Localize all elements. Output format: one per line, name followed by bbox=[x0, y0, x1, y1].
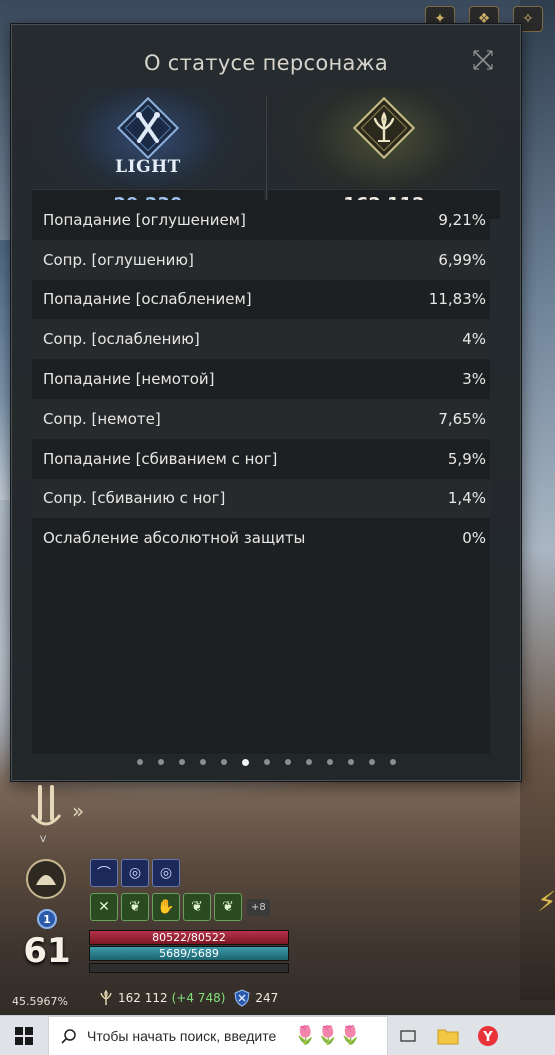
stat-value: 3% bbox=[462, 370, 486, 389]
stat-label: Попадание [оглушением] bbox=[43, 210, 246, 229]
hotkey-label: V bbox=[40, 835, 47, 845]
buff-row-bottom: ✕ ❦ ✋ ❦ ❦ +8 bbox=[90, 893, 270, 921]
page-dot[interactable] bbox=[178, 759, 185, 765]
shield-icon bbox=[234, 989, 250, 1007]
shield-value: 247 bbox=[255, 991, 279, 1005]
page-dot[interactable] bbox=[326, 759, 333, 765]
exp-percent: 45.5967% bbox=[12, 995, 68, 1008]
level-display: 1 61 bbox=[16, 909, 78, 989]
page-dot[interactable] bbox=[136, 759, 143, 765]
level-number: 61 bbox=[23, 931, 71, 971]
stat-row[interactable]: Попадание [немотой] 3% bbox=[32, 359, 490, 399]
stat-label: Сопр. [немоте] bbox=[43, 409, 161, 428]
stat-row[interactable]: Сопр. [оглушению] 6,99% bbox=[32, 239, 490, 280]
stat-value: 1,4% bbox=[447, 489, 486, 508]
stamina-bar bbox=[89, 963, 289, 973]
close-icon bbox=[473, 50, 493, 70]
page-dot[interactable] bbox=[157, 759, 164, 765]
stat-value: 4% bbox=[462, 330, 486, 349]
gear-score-summary: 162 112 (+4 748) 247 bbox=[98, 989, 278, 1007]
swirl-icon[interactable]: ◎ bbox=[152, 859, 180, 887]
page-dot[interactable] bbox=[389, 759, 396, 765]
player-hud: » V 1 61 45.5967% ⌒ ◎ ◎ ✕ ❦ ✋ ❦ ❦ +8 805… bbox=[0, 785, 555, 1015]
level-badge: 1 bbox=[37, 909, 57, 929]
stat-label: Попадание [немотой] bbox=[43, 370, 215, 389]
stat-row[interactable]: Попадание [ослаблением] 11,83% bbox=[32, 279, 490, 320]
page-dot[interactable] bbox=[263, 759, 270, 765]
stat-row[interactable]: Попадание [оглушением] 9,21% bbox=[32, 200, 490, 240]
stat-row[interactable]: Попадание [сбиванием с ног] 5,9% bbox=[32, 438, 490, 479]
hp-bar: 80522/80522 bbox=[89, 930, 289, 945]
hat-icon[interactable]: ⌒ bbox=[90, 859, 118, 887]
start-button[interactable] bbox=[0, 1016, 48, 1055]
stat-value: 0% bbox=[462, 529, 486, 548]
tulips-icon: 🌷🌷🌷 bbox=[294, 1025, 362, 1045]
tree-icon bbox=[100, 990, 112, 1005]
stat-label: Ослабление абсолютной защиты bbox=[43, 529, 306, 548]
search-icon bbox=[61, 1028, 76, 1044]
stats-list: Попадание [оглушением] 9,21% Сопр. [оглу… bbox=[32, 200, 490, 559]
stat-label: Сопр. [ослаблению] bbox=[43, 330, 200, 349]
stat-label: Попадание [ослаблением] bbox=[43, 290, 252, 309]
yandex-browser-icon[interactable]: Y bbox=[468, 1016, 508, 1055]
page-dot[interactable] bbox=[305, 759, 312, 765]
stat-value: 9,21% bbox=[438, 210, 486, 229]
laurel-icon[interactable]: ❦ bbox=[214, 893, 242, 921]
search-placeholder: Чтобы начать поиск, введите bbox=[87, 1027, 277, 1044]
stat-row[interactable]: Сопр. [сбиванию с ног] 1,4% bbox=[32, 478, 490, 519]
stat-row[interactable]: Ослабление абсолютной защиты 0% bbox=[32, 518, 490, 559]
double-chevron-icon[interactable]: » bbox=[72, 799, 94, 823]
page-dot[interactable] bbox=[199, 759, 206, 765]
more-buffs-count[interactable]: +8 bbox=[247, 898, 270, 916]
file-explorer-icon[interactable] bbox=[428, 1016, 468, 1055]
stat-value: 5,9% bbox=[447, 449, 486, 468]
stat-label: Сопр. [оглушению] bbox=[43, 250, 194, 269]
taskbar-search-box[interactable]: Чтобы начать поиск, введите 🌷🌷🌷 bbox=[48, 1015, 388, 1055]
stat-row[interactable]: Сопр. [ослаблению] 4% bbox=[32, 319, 490, 360]
sword-icon[interactable]: ✕ bbox=[90, 893, 118, 921]
stats-empty-area bbox=[32, 558, 490, 754]
swirl-icon[interactable]: ◎ bbox=[121, 859, 149, 887]
character-status-window: О статусе персонажа LIGHT 29 230 bbox=[11, 24, 521, 781]
tree-emblem-icon bbox=[352, 96, 416, 160]
page-dot-active[interactable] bbox=[241, 759, 249, 766]
hand-icon[interactable]: ✋ bbox=[152, 893, 180, 921]
crossed-weapons-emblem-icon bbox=[116, 96, 180, 160]
stat-value: 11,83% bbox=[428, 290, 486, 309]
stat-label: Попадание [сбиванием с ног] bbox=[43, 449, 278, 468]
buff-row-top: ⌒ ◎ ◎ bbox=[90, 859, 180, 887]
page-dot[interactable] bbox=[284, 759, 291, 765]
page-dot[interactable] bbox=[347, 759, 354, 765]
lightning-skill-icon[interactable]: ⚡ bbox=[537, 885, 555, 925]
page-dot[interactable] bbox=[368, 759, 375, 765]
stat-value: 7,65% bbox=[438, 409, 486, 428]
svg-text:Y: Y bbox=[482, 1030, 493, 1045]
stat-label: Сопр. [сбиванию с ног] bbox=[43, 489, 226, 508]
stat-row[interactable]: Сопр. [немоте] 7,65% bbox=[32, 398, 490, 439]
task-view-icon[interactable] bbox=[388, 1016, 428, 1055]
gear-score-hud-value: 162 112 bbox=[118, 991, 168, 1005]
windows-logo-icon bbox=[15, 1026, 33, 1045]
window-title: О статусе персонажа bbox=[143, 51, 389, 75]
laurel-icon[interactable]: ❦ bbox=[183, 893, 211, 921]
page-dot[interactable] bbox=[220, 759, 227, 765]
windows-taskbar: Чтобы начать поиск, введите 🌷🌷🌷 Y bbox=[0, 1015, 555, 1055]
light-crest-label: LIGHT bbox=[115, 157, 181, 177]
pet-icon[interactable] bbox=[24, 857, 68, 901]
close-button[interactable] bbox=[470, 47, 496, 73]
gear-score-delta: (+4 748) bbox=[171, 991, 226, 1005]
mp-bar: 5689/5689 bbox=[89, 946, 289, 961]
class-emblem-icon[interactable] bbox=[26, 785, 66, 835]
page-indicator bbox=[12, 759, 520, 766]
stat-value: 6,99% bbox=[438, 250, 486, 269]
laurel-icon[interactable]: ❦ bbox=[121, 893, 149, 921]
